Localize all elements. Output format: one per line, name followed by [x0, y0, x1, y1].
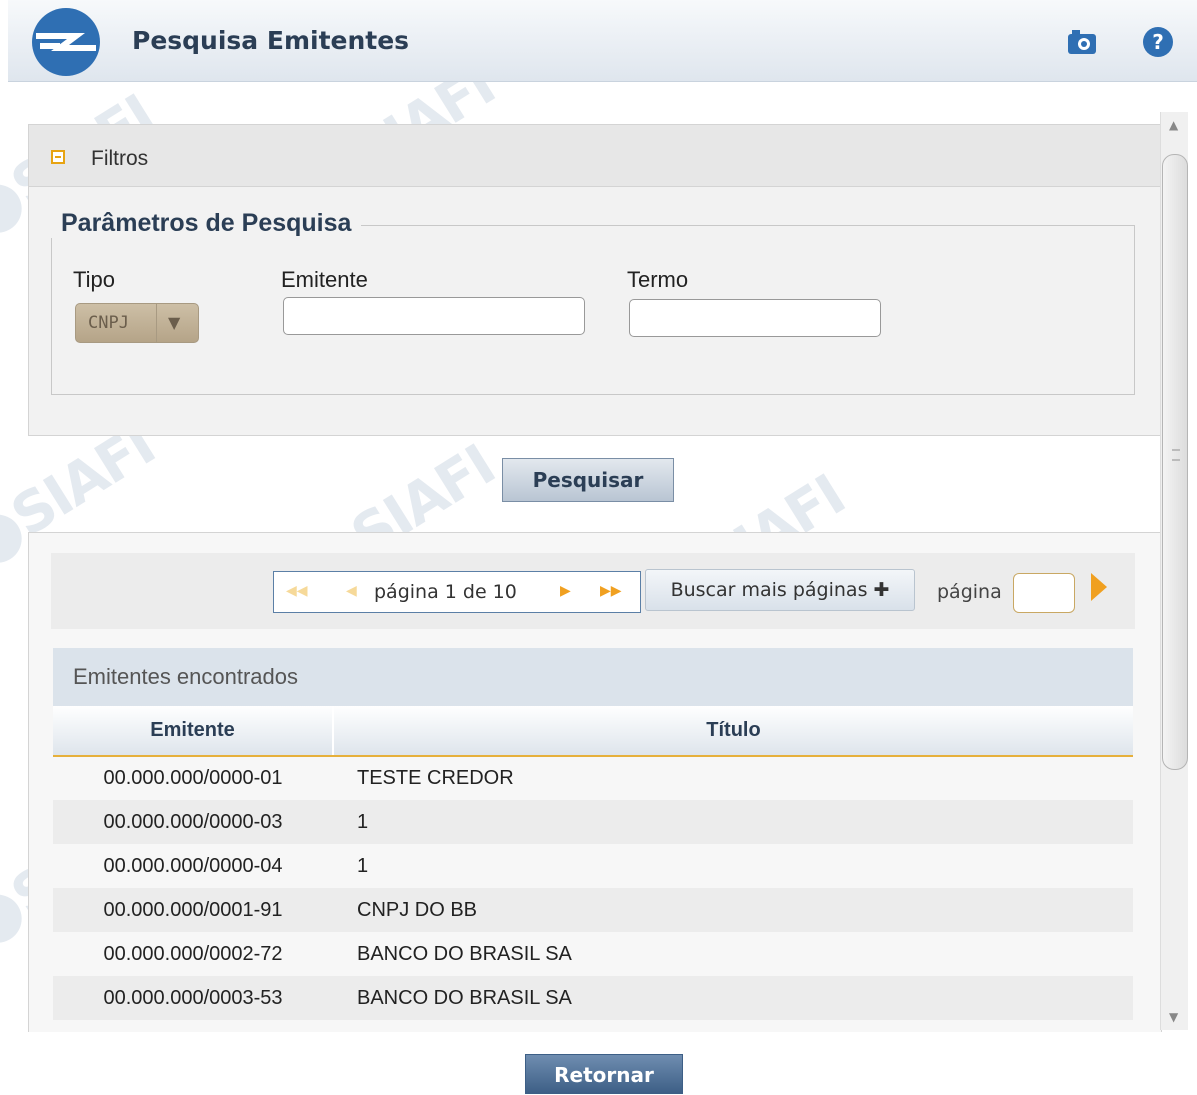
table-row[interactable]: 00.000.000/0000-01 TESTE CREDOR	[53, 756, 1133, 800]
titulo-cell: 1	[333, 844, 1133, 888]
fetch-more-pages-button[interactable]: Buscar mais páginas ✚	[645, 569, 915, 611]
collapse-icon[interactable]	[51, 150, 65, 164]
filter-header[interactable]: Filtros	[29, 125, 1161, 187]
return-button[interactable]: Retornar	[525, 1054, 683, 1094]
scroll-down-icon[interactable]: ▼	[1169, 1010, 1178, 1024]
table-row[interactable]: 00.000.000/0002-72 BANCO DO BRASIL SA	[53, 932, 1133, 976]
tipo-select-value: CNPJ	[88, 313, 129, 333]
termo-label: Termo	[627, 267, 689, 292]
column-header-titulo[interactable]: Título	[333, 706, 1133, 757]
help-icon[interactable]: ?	[1140, 24, 1176, 60]
page-header: Pesquisa Emitentes ?	[8, 0, 1197, 82]
siafi-logo-icon	[32, 8, 100, 76]
camera-icon[interactable]	[1064, 24, 1100, 60]
titulo-cell: TESTE CREDOR	[333, 756, 1133, 800]
results-table: Emitentes encontrados Emitente Título 00…	[53, 648, 1133, 1032]
search-button[interactable]: Pesquisar	[502, 458, 674, 502]
tipo-select[interactable]: CNPJ ▼	[75, 303, 199, 343]
pager-bar: ◀◀ ◀ página 1 de 10 ▶ ▶▶ Buscar mais pág…	[51, 553, 1135, 629]
emitente-cell: 00.000.000/0000-04	[53, 844, 333, 888]
goto-page-label: página	[937, 581, 1002, 603]
scrollbar-thumb[interactable]	[1162, 154, 1188, 770]
vertical-scrollbar[interactable]: ▲ ▼	[1160, 112, 1188, 1030]
page-title: Pesquisa Emitentes	[132, 26, 410, 55]
emitente-label: Emitente	[281, 267, 368, 292]
search-parameters-fieldset	[51, 225, 1135, 395]
content-scroll-area[interactable]: SIAFI SIAFI SIAFI SIAFI SIAFI SIAFI SIAF…	[0, 82, 1197, 1032]
termo-input[interactable]	[629, 299, 881, 337]
goto-page-arrow-icon[interactable]	[1091, 573, 1107, 601]
filter-panel: Filtros Parâmetros de Pesquisa Tipo CNPJ…	[28, 124, 1162, 436]
table-row[interactable]: 00.000.000/0003-53 BANCO DO BRASIL SA	[53, 976, 1133, 1020]
dropdown-arrow-icon: ▼	[168, 313, 181, 332]
table-row[interactable]: 00.000.000/0000-03 1	[53, 800, 1133, 844]
column-header-emitente[interactable]: Emitente	[53, 706, 334, 757]
table-row[interactable]: 00.000.000/0000-04 1	[53, 844, 1133, 888]
titulo-cell: 1	[333, 800, 1133, 844]
emitente-cell: 00.000.000/0000-03	[53, 800, 333, 844]
titulo-cell: CNPJ DO BB	[333, 888, 1133, 932]
tipo-label: Tipo	[73, 267, 115, 292]
next-page-icon[interactable]: ▶	[560, 583, 571, 599]
last-page-icon[interactable]: ▶▶	[600, 583, 622, 599]
previous-page-icon[interactable]: ◀	[346, 583, 357, 599]
table-row[interactable]: 00.000.000/0001-91 CNPJ DO BB	[53, 888, 1133, 932]
table-caption: Emitentes encontrados	[53, 648, 1133, 706]
pager: ◀◀ ◀ página 1 de 10 ▶ ▶▶	[273, 571, 641, 613]
emitente-cell: 00.000.000/0002-72	[53, 932, 333, 976]
emitente-cell: 00.000.000/0003-53	[53, 976, 333, 1020]
scroll-up-icon[interactable]: ▲	[1169, 118, 1178, 132]
results-panel: ◀◀ ◀ página 1 de 10 ▶ ▶▶ Buscar mais pág…	[28, 532, 1162, 1032]
titulo-cell: BANCO DO BRASIL SA	[333, 932, 1133, 976]
emitente-cell: 00.000.000/0001-91	[53, 888, 333, 932]
emitente-input[interactable]	[283, 297, 585, 335]
titulo-cell: BANCO DO BRASIL SA	[333, 976, 1133, 1020]
svg-text:?: ?	[1152, 30, 1164, 54]
filter-label: Filtros	[91, 147, 149, 170]
emitente-cell: 00.000.000/0000-01	[53, 756, 333, 800]
first-page-icon[interactable]: ◀◀	[286, 583, 308, 599]
page-indicator: página 1 de 10	[374, 581, 517, 603]
goto-page-input[interactable]	[1013, 573, 1075, 613]
search-parameters-legend: Parâmetros de Pesquisa	[51, 209, 362, 238]
